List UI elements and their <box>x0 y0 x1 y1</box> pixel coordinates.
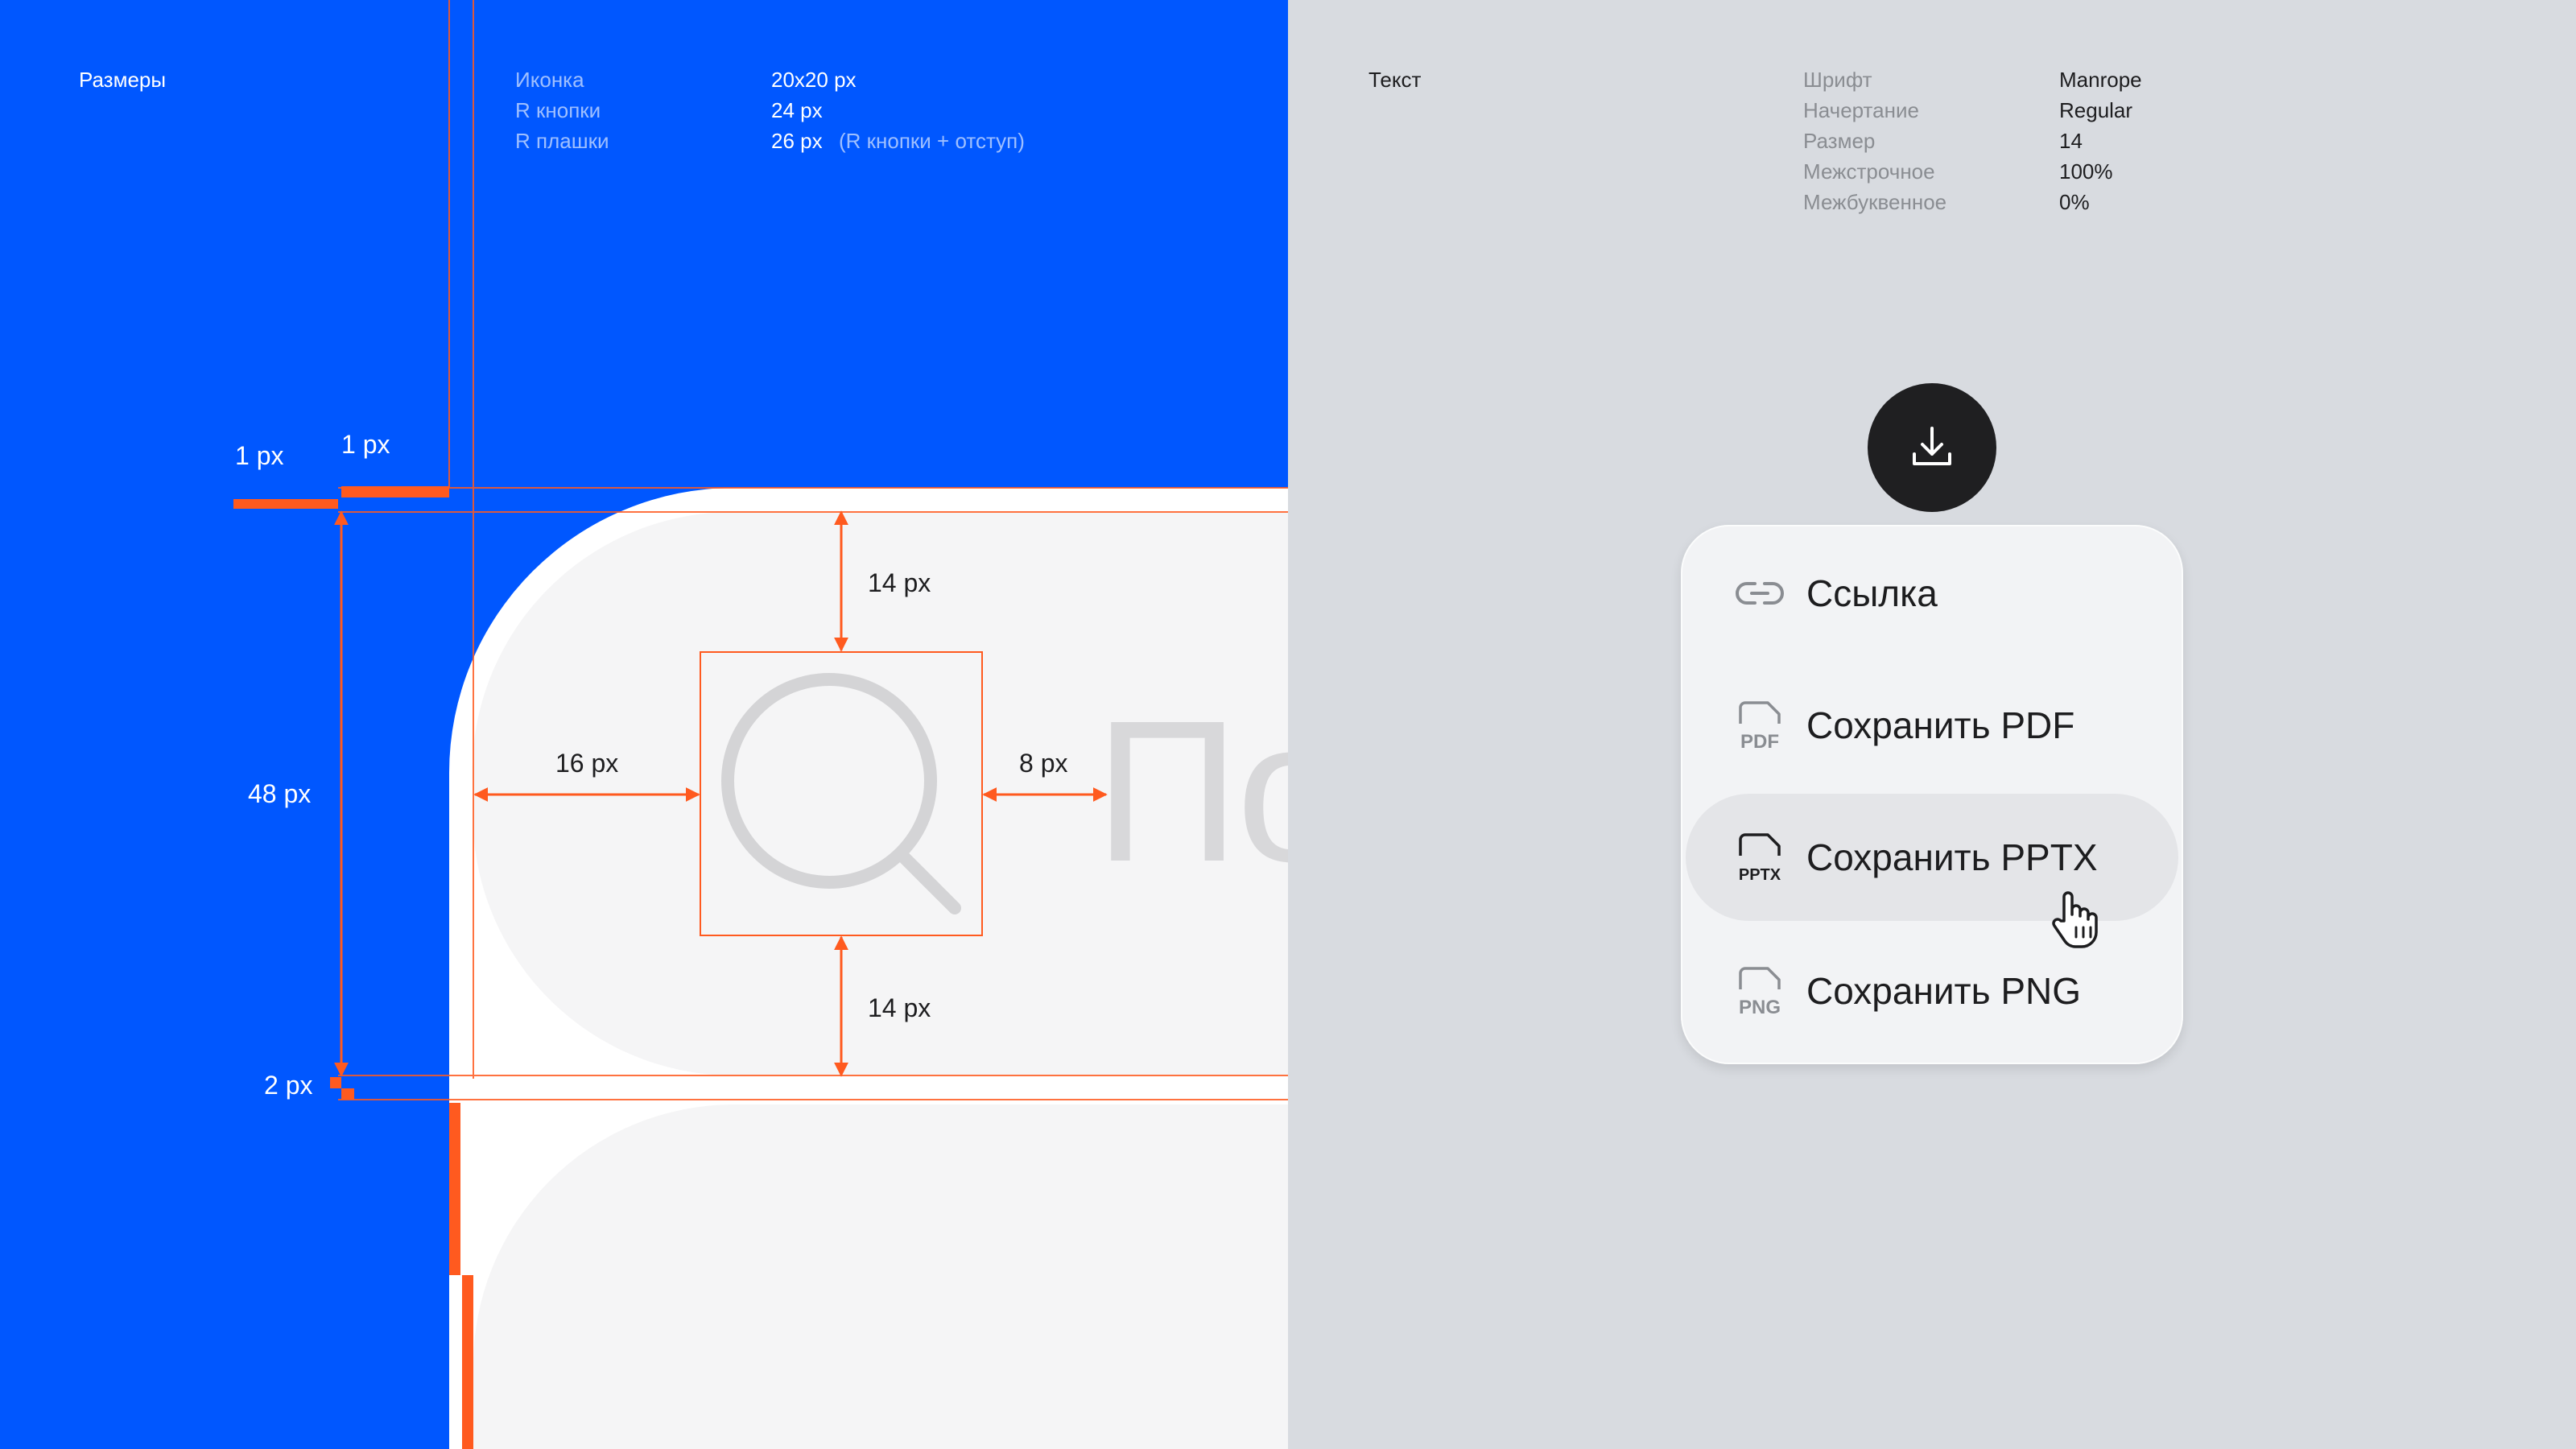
link-icon <box>1734 568 1785 619</box>
text-value-weight: Regular <box>2059 98 2133 122</box>
svg-text:PNG: PNG <box>1739 997 1781 1017</box>
pptx-file-icon: PPTX <box>1734 832 1785 883</box>
next-field <box>473 1104 1288 1449</box>
padding-left-label: 16 px <box>555 749 619 778</box>
icon-gap-label: 8 px <box>1019 749 1068 778</box>
gap-label: 2 px <box>264 1071 313 1100</box>
sizes-spec-panel: Размеры Иконка 20x20 px R кнопки 24 px R… <box>0 0 1288 1449</box>
text-title: Текст <box>1368 68 1422 92</box>
menu-item-link[interactable]: Ссылка <box>1686 530 2178 657</box>
search-placeholder: По <box>1095 679 1288 903</box>
menu-item-save-pdf[interactable]: PDF Сохранить PDF <box>1686 662 2178 789</box>
export-menu: Ссылка PDF Сохранить PDF PPTX Сохранить … <box>1681 525 2183 1064</box>
menu-item-label: Сохранить PPTX <box>1806 836 2098 878</box>
hand-cursor-icon <box>2052 891 2098 948</box>
download-icon <box>1913 427 1951 465</box>
text-value-font: Manrope <box>2059 68 2142 92</box>
text-key-line-height: Межстрочное <box>1803 159 1935 184</box>
menu-item-label: Сохранить PDF <box>1806 704 2075 746</box>
png-file-icon: PNG <box>1734 965 1785 1017</box>
menu-item-save-pptx[interactable]: PPTX Сохранить PPTX <box>1686 794 2178 921</box>
padding-top-label: 14 px <box>868 568 931 597</box>
svg-text:PPTX: PPTX <box>1739 866 1781 883</box>
menu-item-label: Ссылка <box>1806 572 1938 614</box>
padding-bottom-label: 14 px <box>868 993 931 1022</box>
pdf-file-icon: PDF <box>1734 700 1785 751</box>
gap-marker-b <box>341 1088 354 1100</box>
text-key-size: Размер <box>1803 129 1876 153</box>
text-key-letter-spacing: Межбуквенное <box>1803 190 1947 214</box>
height-label: 48 px <box>248 779 312 808</box>
text-key-weight: Начертание <box>1803 98 1919 122</box>
inner-stroke-marker <box>341 486 449 497</box>
inner-stroke-label: 1 px <box>341 430 390 459</box>
text-value-size: 14 <box>2059 129 2083 153</box>
text-value-line-height: 100% <box>2059 159 2113 184</box>
text-key-font: Шрифт <box>1803 68 1872 92</box>
menu-item-label: Сохранить PNG <box>1806 970 2082 1012</box>
outer-stroke-label: 1 px <box>235 441 284 470</box>
text-value-letter-spacing: 0% <box>2059 190 2090 214</box>
outer-stroke-marker <box>233 499 338 509</box>
edge-marker-b <box>462 1275 473 1449</box>
svg-text:PDF: PDF <box>1740 731 1779 751</box>
edge-marker-a <box>449 1103 460 1275</box>
download-button[interactable] <box>1868 383 1996 512</box>
menu-item-save-png[interactable]: PNG Сохранить PNG <box>1686 927 2178 1055</box>
gap-marker-a <box>330 1077 341 1088</box>
